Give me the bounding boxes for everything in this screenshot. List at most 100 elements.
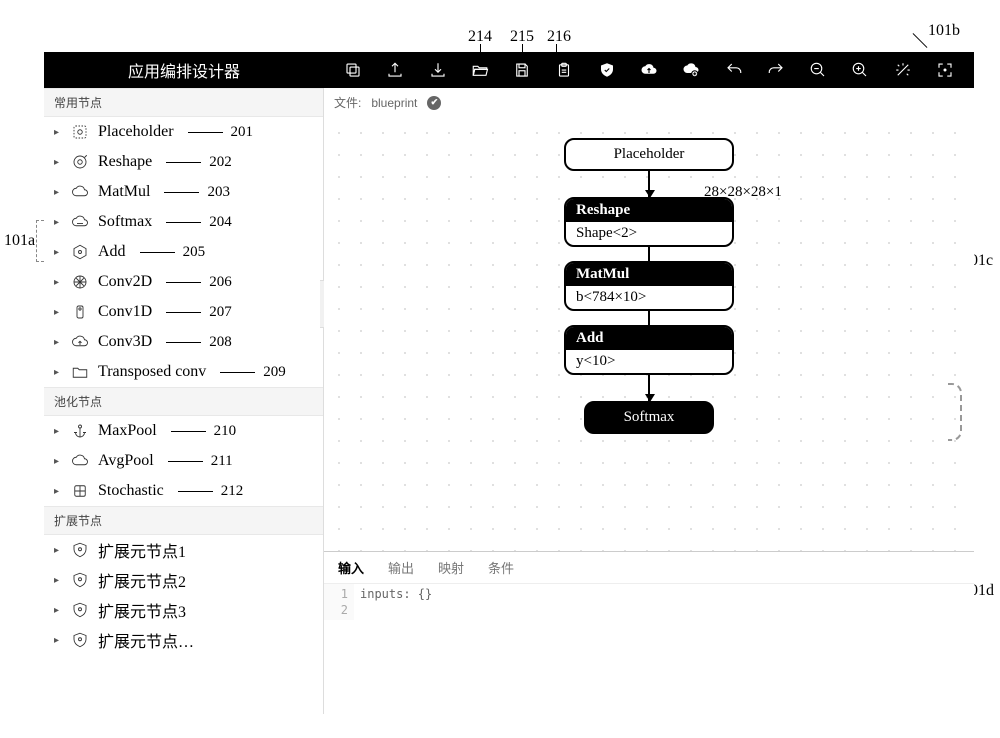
node-head: MatMul: [566, 263, 732, 286]
node-transposed-conv[interactable]: ▸ Transposed conv 209: [44, 357, 323, 387]
cloud-add-icon[interactable]: [680, 59, 702, 81]
callout-num: 202: [209, 154, 232, 171]
callout-num: 204: [209, 214, 232, 231]
diagram-node-softmax[interactable]: Softmax: [584, 401, 714, 434]
breadcrumb-badge-icon: ✔: [427, 96, 441, 110]
clipboard-icon[interactable]: [553, 59, 575, 81]
node-ext-more[interactable]: ▸ 扩展元节点…: [44, 625, 323, 655]
grid-icon: [70, 481, 90, 501]
folder-open-icon[interactable]: [469, 59, 491, 81]
tab-condition[interactable]: 条件: [488, 558, 514, 577]
node-label: 扩展元节点3: [98, 598, 186, 622]
chevron-right-icon: ▸: [54, 217, 62, 228]
toolbar-icons: [324, 52, 974, 88]
cloud-upload-icon[interactable]: [638, 59, 660, 81]
diagram-node-placeholder[interactable]: Placeholder: [564, 138, 734, 171]
callout-line: [166, 222, 201, 223]
circle-cross-icon: [70, 272, 90, 292]
edge: [648, 311, 650, 325]
node-reshape[interactable]: ▸ Reshape 202: [44, 147, 323, 177]
callout-line: [913, 33, 928, 48]
callout-num: 201: [231, 124, 254, 141]
tab-output[interactable]: 输出: [388, 558, 414, 577]
hexagon-icon: [70, 242, 90, 262]
callout-num: 206: [209, 274, 232, 291]
callout-num: 205: [183, 244, 206, 261]
group-ext-nodes: 扩展节点: [44, 506, 323, 535]
node-conv2d[interactable]: ▸ Conv2D 206: [44, 267, 323, 297]
edge: [648, 247, 650, 261]
tab-input[interactable]: 输入: [338, 558, 364, 577]
chevron-right-icon: ▸: [54, 545, 62, 556]
line-number: 1: [324, 586, 348, 602]
save-icon[interactable]: [511, 59, 533, 81]
node-maxpool[interactable]: ▸ MaxPool 210: [44, 416, 323, 446]
node-softmax[interactable]: ▸ Softmax 204: [44, 207, 323, 237]
brace-left: [36, 220, 44, 262]
chevron-right-icon: ▸: [54, 367, 62, 378]
node-label: Reshape: [98, 153, 152, 171]
undo-icon[interactable]: [723, 59, 745, 81]
edge: [648, 375, 650, 401]
callout-101a: 101a: [4, 232, 35, 250]
shield-outline-icon: [70, 540, 90, 560]
node-add[interactable]: ▸ Add 205: [44, 237, 323, 267]
node-conv1d[interactable]: ▸ Conv1D 207: [44, 297, 323, 327]
sidebar: 常用节点 ▸ Placeholder 201 ▸ Reshape 202 ▸ M…: [44, 88, 324, 714]
callout-line: [188, 132, 223, 133]
node-label: Conv3D: [98, 333, 152, 351]
callout-line: [171, 431, 206, 432]
import-icon[interactable]: [427, 59, 449, 81]
tab-mapping[interactable]: 映射: [438, 558, 464, 577]
chevron-right-icon: ▸: [54, 635, 62, 646]
app-root: 214 215 216 101b 101a 101c 101d 应用编排设计器: [0, 0, 1000, 738]
group-common-nodes: 常用节点: [44, 88, 323, 117]
magic-wand-icon[interactable]: [892, 59, 914, 81]
toolbar: 应用编排设计器: [44, 52, 974, 88]
shield-icon[interactable]: [596, 59, 618, 81]
code-editor[interactable]: 1 2 inputs: {}: [324, 584, 974, 620]
callout-line: [164, 192, 199, 193]
properties-panel: 输入 输出 映射 条件 1 2 inputs: {}: [324, 551, 974, 714]
callout-line: [140, 252, 175, 253]
callout-num: 203: [207, 184, 230, 201]
chevron-right-icon: ▸: [54, 307, 62, 318]
node-ext1[interactable]: ▸ 扩展元节点1: [44, 535, 323, 565]
zoom-in-icon[interactable]: [849, 59, 871, 81]
node-ext3[interactable]: ▸ 扩展元节点3: [44, 595, 323, 625]
redo-icon[interactable]: [765, 59, 787, 81]
node-label: MaxPool: [98, 422, 157, 440]
node-body: Shape<2>: [566, 222, 732, 245]
node-ext2[interactable]: ▸ 扩展元节点2: [44, 565, 323, 595]
fullscreen-icon[interactable]: [934, 59, 956, 81]
shield-outline-icon: [70, 630, 90, 650]
node-avgpool[interactable]: ▸ AvgPool 211: [44, 446, 323, 476]
code-line: inputs: {}: [360, 586, 432, 602]
chevron-right-icon: ▸: [54, 575, 62, 586]
callout-num: 208: [209, 334, 232, 351]
diagram-node-add[interactable]: Add y<10>: [564, 325, 734, 375]
node-placeholder[interactable]: ▸ Placeholder 201: [44, 117, 323, 147]
callout-num: 207: [209, 304, 232, 321]
file-name: blueprint: [371, 96, 417, 110]
node-body: y<10>: [566, 350, 732, 373]
diagram-node-matmul[interactable]: MatMul b<784×10>: [564, 261, 734, 311]
node-stochastic[interactable]: ▸ Stochastic 212: [44, 476, 323, 506]
node-label: MatMul: [98, 183, 150, 201]
export-icon[interactable]: [384, 59, 406, 81]
zoom-out-icon[interactable]: [807, 59, 829, 81]
node-label: Conv2D: [98, 273, 152, 291]
design-canvas[interactable]: 文件: blueprint ✔ Placeholder 28×28×28×1 R…: [324, 88, 974, 551]
node-conv3d[interactable]: ▸ Conv3D 208: [44, 327, 323, 357]
node-body: b<784×10>: [566, 286, 732, 309]
callout-num: 210: [214, 423, 237, 440]
node-label: 扩展元节点2: [98, 568, 186, 592]
callout-num: 211: [211, 453, 233, 470]
copy-icon[interactable]: [342, 59, 364, 81]
node-label: Add: [98, 243, 126, 261]
node-matmul[interactable]: ▸ MatMul 203: [44, 177, 323, 207]
callout-line: [166, 282, 201, 283]
diagram-node-reshape[interactable]: Reshape Shape<2>: [564, 197, 734, 247]
cloud-icon: [70, 182, 90, 202]
app-title: 应用编排设计器: [44, 58, 324, 82]
